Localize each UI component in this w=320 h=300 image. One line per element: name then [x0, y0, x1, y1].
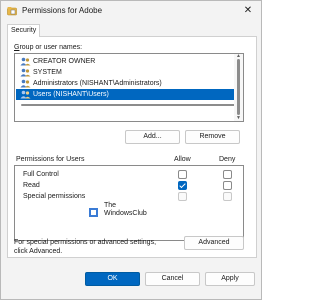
special-deny-checkbox	[223, 192, 232, 201]
permission-name: Read	[23, 182, 40, 189]
user-name: Administrators (NISHANT\Administrators)	[33, 80, 162, 87]
list-item-administrators[interactable]: Administrators (NISHANT\Administrators)	[16, 78, 235, 89]
security-panel: Group or user names: CREATOR OWNER SYSTE…	[7, 36, 257, 258]
tab-strip: Security	[7, 24, 257, 37]
group-label-rest: roup or user names:	[19, 44, 83, 51]
read-deny-checkbox[interactable]	[223, 181, 232, 190]
permission-name: Full Control	[23, 171, 59, 178]
watermark-line-1: The	[104, 202, 117, 209]
user-group-icon	[20, 57, 31, 66]
permissions-list: Full Control Read Special permissions Th…	[14, 165, 244, 241]
user-group-icon	[20, 79, 31, 88]
close-icon[interactable]: ✕	[241, 4, 255, 18]
special-note-line-1: For special permissions or advanced sett…	[14, 239, 157, 246]
tab-security[interactable]: Security	[7, 24, 41, 37]
group-label: Group or user names:	[14, 44, 82, 51]
horizontal-scrollbar[interactable]	[16, 100, 236, 109]
dialog-footer: OK Cancel Apply	[1, 261, 261, 299]
user-name: CREATOR OWNER	[33, 58, 96, 65]
cancel-button[interactable]: Cancel	[145, 272, 200, 286]
user-name: Users (NISHANT\Users)	[33, 91, 109, 98]
add-button[interactable]: Add...	[125, 130, 180, 144]
scroll-down-icon[interactable]: ▼	[235, 116, 242, 121]
allow-column-header: Allow	[174, 156, 191, 163]
special-note-line-2: click Advanced.	[14, 248, 63, 255]
apply-button[interactable]: Apply	[205, 272, 255, 286]
user-name: SYSTEM	[33, 69, 62, 76]
read-allow-checkbox[interactable]	[178, 181, 187, 190]
list-item-creator-owner[interactable]: CREATOR OWNER	[16, 56, 235, 67]
list-item-users[interactable]: Users (NISHANT\Users)	[16, 89, 235, 100]
windowsclub-logo-icon	[89, 208, 98, 217]
permissions-dialog: Permissions for Adobe ✕ Security Group o…	[0, 0, 262, 300]
user-group-icon	[20, 90, 31, 99]
permission-row-read: Read	[23, 181, 238, 192]
vertical-scrollbar[interactable]: ▲ ▼	[234, 54, 243, 121]
special-permissions-note: For special permissions or advanced sett…	[14, 238, 174, 256]
title-bar[interactable]: Permissions for Adobe ✕	[1, 1, 261, 21]
special-allow-checkbox	[178, 192, 187, 201]
list-item-system[interactable]: SYSTEM	[16, 67, 235, 78]
deny-column-header: Deny	[219, 156, 236, 163]
permission-name: Special permissions	[23, 193, 86, 200]
watermark: The WindowsClub	[89, 202, 151, 222]
ok-button[interactable]: OK	[85, 272, 140, 286]
full-control-allow-checkbox[interactable]	[178, 170, 187, 179]
user-group-icon	[20, 68, 31, 77]
vertical-scroll-thumb[interactable]	[237, 59, 240, 115]
advanced-button[interactable]: Advanced	[184, 236, 244, 250]
remove-button[interactable]: Remove	[185, 130, 240, 144]
user-list[interactable]: CREATOR OWNER SYSTEM Administrators (NIS…	[14, 53, 244, 122]
watermark-line-2: WindowsClub	[104, 210, 147, 217]
permissions-title: Permissions for Users	[16, 156, 85, 163]
window-title: Permissions for Adobe	[22, 6, 103, 15]
permission-row-full-control: Full Control	[23, 170, 238, 181]
full-control-deny-checkbox[interactable]	[223, 170, 232, 179]
horizontal-scroll-thumb[interactable]	[21, 104, 236, 106]
folder-icon	[7, 7, 17, 16]
